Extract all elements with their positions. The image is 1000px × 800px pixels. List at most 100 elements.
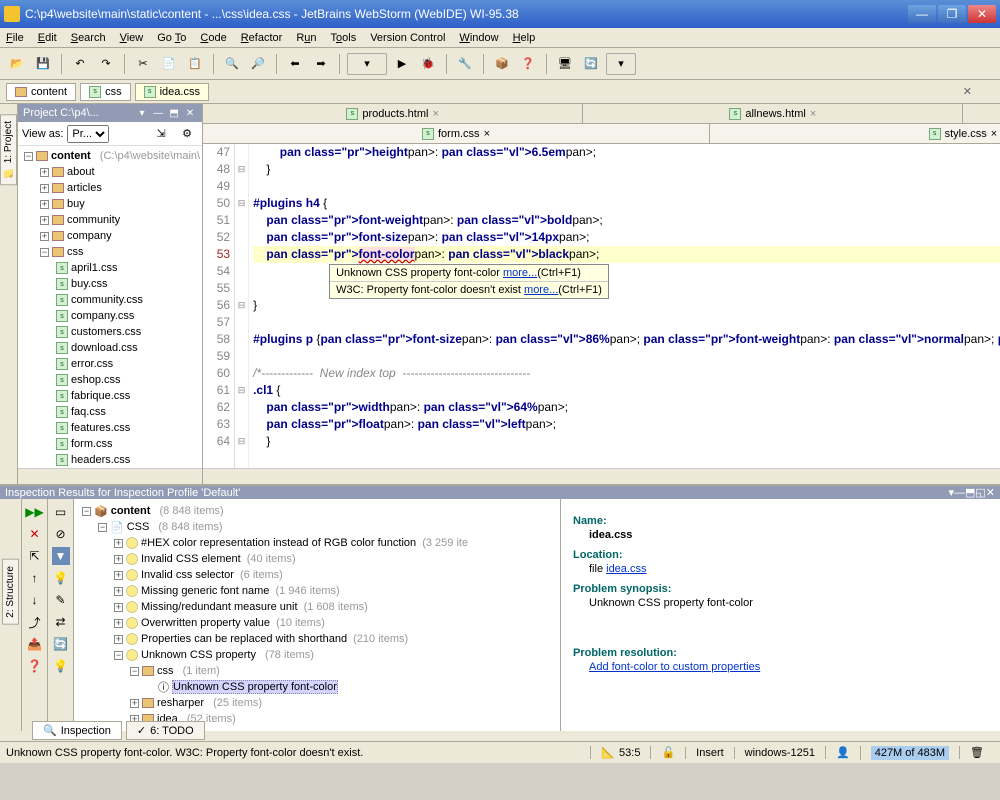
tree-file[interactable]: sform.css <box>20 436 200 452</box>
tree-folder[interactable]: +articles <box>20 180 200 196</box>
find-icon[interactable]: 🔍 <box>221 53 243 75</box>
tab-close-icon[interactable]: × <box>991 128 997 140</box>
menu-code[interactable]: Code <box>200 32 226 44</box>
maximize-button[interactable]: ❐ <box>938 5 966 23</box>
pane-dropdown-icon[interactable]: ▾ <box>135 106 149 120</box>
tree-file[interactable]: sdownload.css <box>20 340 200 356</box>
tree-file[interactable]: sheaders.css <box>20 452 200 468</box>
sync-icon[interactable]: 🔄 <box>580 53 602 75</box>
menu-tools[interactable]: Tools <box>331 32 357 44</box>
paste-icon[interactable]: 📋 <box>184 53 206 75</box>
diff-icon[interactable]: ⇄ <box>52 613 70 631</box>
tab-close-icon[interactable]: × <box>432 108 438 120</box>
navbar-close-icon[interactable]: ✕ <box>963 85 972 98</box>
project-scrollbar[interactable] <box>18 468 202 484</box>
tree-file[interactable]: scommunity.css <box>20 292 200 308</box>
minimize-button[interactable]: — <box>908 5 936 23</box>
detail-res-link[interactable]: Add font-color to custom properties <box>589 661 760 673</box>
cut-icon[interactable]: ✂ <box>132 53 154 75</box>
vcs-icon[interactable]: 📦 <box>491 53 513 75</box>
editor-tab[interactable]: sstyle.css× <box>710 124 1000 143</box>
tree-file[interactable]: serror.css <box>20 356 200 372</box>
gear-icon[interactable]: ⚙ <box>176 123 198 145</box>
crumb-content[interactable]: content <box>6 83 76 101</box>
editor-tab[interactable]: sallnews.html× <box>583 104 963 123</box>
close-button[interactable]: ✕ <box>968 5 996 23</box>
tree-root[interactable]: −content (C:\p4\website\main\ <box>20 148 200 164</box>
rerun-icon[interactable]: ▶▶ <box>26 503 44 521</box>
tree-file[interactable]: scompany.css <box>20 308 200 324</box>
insp-item[interactable]: + Missing/redundant measure unit (1 608 … <box>78 599 556 615</box>
tree-file[interactable]: seshop.css <box>20 372 200 388</box>
tree-folder[interactable]: +community <box>20 212 200 228</box>
bulb-icon[interactable]: 💡 <box>52 657 70 675</box>
menu-refactor[interactable]: Refactor <box>241 32 283 44</box>
pane-close-icon[interactable]: ✕ <box>986 486 995 499</box>
insp-selected[interactable]: ⓘ Unknown CSS property font-color <box>78 679 556 695</box>
tree-file[interactable]: sbuy.css <box>20 276 200 292</box>
close-insp-icon[interactable]: ✕ <box>26 525 44 543</box>
tree-folder-css[interactable]: −css <box>20 244 200 260</box>
open-icon[interactable]: 📂 <box>6 53 28 75</box>
tab-todo[interactable]: ✓ 6: TODO <box>126 721 205 740</box>
pane-minimize-icon[interactable]: — <box>151 106 165 120</box>
menu-run[interactable]: Run <box>296 32 316 44</box>
menu-help[interactable]: Help <box>513 32 536 44</box>
help-icon[interactable]: ❓ <box>517 53 539 75</box>
code-text[interactable]: pan class="pr">heightpan>: pan class="vl… <box>249 144 1000 468</box>
tooltip-more2[interactable]: more... <box>524 284 558 296</box>
apply-icon[interactable]: 💡 <box>52 569 70 587</box>
refresh-icon[interactable]: 🔄 <box>52 635 70 653</box>
run-icon[interactable]: ▶ <box>391 53 413 75</box>
menu-window[interactable]: Window <box>459 32 498 44</box>
debug-icon[interactable]: 🐞 <box>417 53 439 75</box>
editor-tab[interactable]: sproducts.html× <box>203 104 583 123</box>
insp-resharper[interactable]: + resharper (25 items) <box>78 695 556 711</box>
next-icon[interactable]: ↓ <box>26 591 44 609</box>
tree-file[interactable]: scustomers.css <box>20 324 200 340</box>
more-dropdown[interactable]: ▾ <box>606 53 636 75</box>
pane-float-icon[interactable]: ⬒ <box>965 486 975 499</box>
editor-scrollbar[interactable] <box>203 468 1000 484</box>
insp-root[interactable]: −📦 content (8 848 items) <box>78 503 556 519</box>
tree-folder[interactable]: +about <box>20 164 200 180</box>
status-trash-icon[interactable]: 🗑 <box>959 746 994 759</box>
insp-unknown[interactable]: − Unknown CSS property (78 items) <box>78 647 556 663</box>
edit-icon[interactable]: ✎ <box>52 591 70 609</box>
tab-inspection[interactable]: 🔍 Inspection <box>32 721 122 740</box>
pane-min-icon[interactable]: — <box>954 487 965 499</box>
status-insert[interactable]: Insert <box>685 747 734 759</box>
insp-css[interactable]: −📄 CSS (8 848 items) <box>78 519 556 535</box>
insp-css-sub[interactable]: − css (1 item) <box>78 663 556 679</box>
tree-file[interactable]: sfaq.css <box>20 404 200 420</box>
redo-icon[interactable]: ↷ <box>95 53 117 75</box>
status-lock[interactable]: 🔓 <box>650 746 685 759</box>
menu-search[interactable]: Search <box>71 32 106 44</box>
tree-file[interactable]: sapril1.css <box>20 260 200 276</box>
group-icon[interactable]: ▭ <box>52 503 70 521</box>
help-insp-icon[interactable]: ❓ <box>26 657 44 675</box>
inspection-tree[interactable]: −📦 content (8 848 items) −📄 CSS (8 848 i… <box>74 499 560 731</box>
tree-file[interactable]: sfeatures.css <box>20 420 200 436</box>
tab-close-icon[interactable]: × <box>484 128 490 140</box>
editor-tab[interactable]: shistory.html× <box>963 104 1000 123</box>
insp-item[interactable]: + Properties can be replaced with shorth… <box>78 631 556 647</box>
editor-tab[interactable]: sform.css× <box>203 124 710 143</box>
status-pos[interactable]: 📐 53:5 <box>590 746 650 759</box>
menu-file[interactable]: File <box>6 32 24 44</box>
tab-close-icon[interactable]: × <box>810 108 816 120</box>
project-tree[interactable]: −content (C:\p4\website\main\ +about+art… <box>18 146 202 468</box>
menu-edit[interactable]: Edit <box>38 32 57 44</box>
tree-file[interactable]: sfabrique.css <box>20 388 200 404</box>
prev-icon[interactable]: ↑ <box>26 569 44 587</box>
crumb-css[interactable]: scss <box>80 83 131 101</box>
status-memory[interactable]: 427M of 483M <box>860 746 959 760</box>
tooltip-more1[interactable]: more... <box>503 267 537 279</box>
detail-loc-link[interactable]: idea.css <box>606 563 646 575</box>
expand-icon[interactable]: ⇱ <box>26 547 44 565</box>
run-config-dropdown[interactable]: ▾ <box>347 53 387 75</box>
menu-goto[interactable]: Go To <box>157 32 186 44</box>
menu-vcs[interactable]: Version Control <box>370 32 445 44</box>
insp-item[interactable]: + Invalid CSS element (40 items) <box>78 551 556 567</box>
save-icon[interactable]: 💾 <box>32 53 54 75</box>
